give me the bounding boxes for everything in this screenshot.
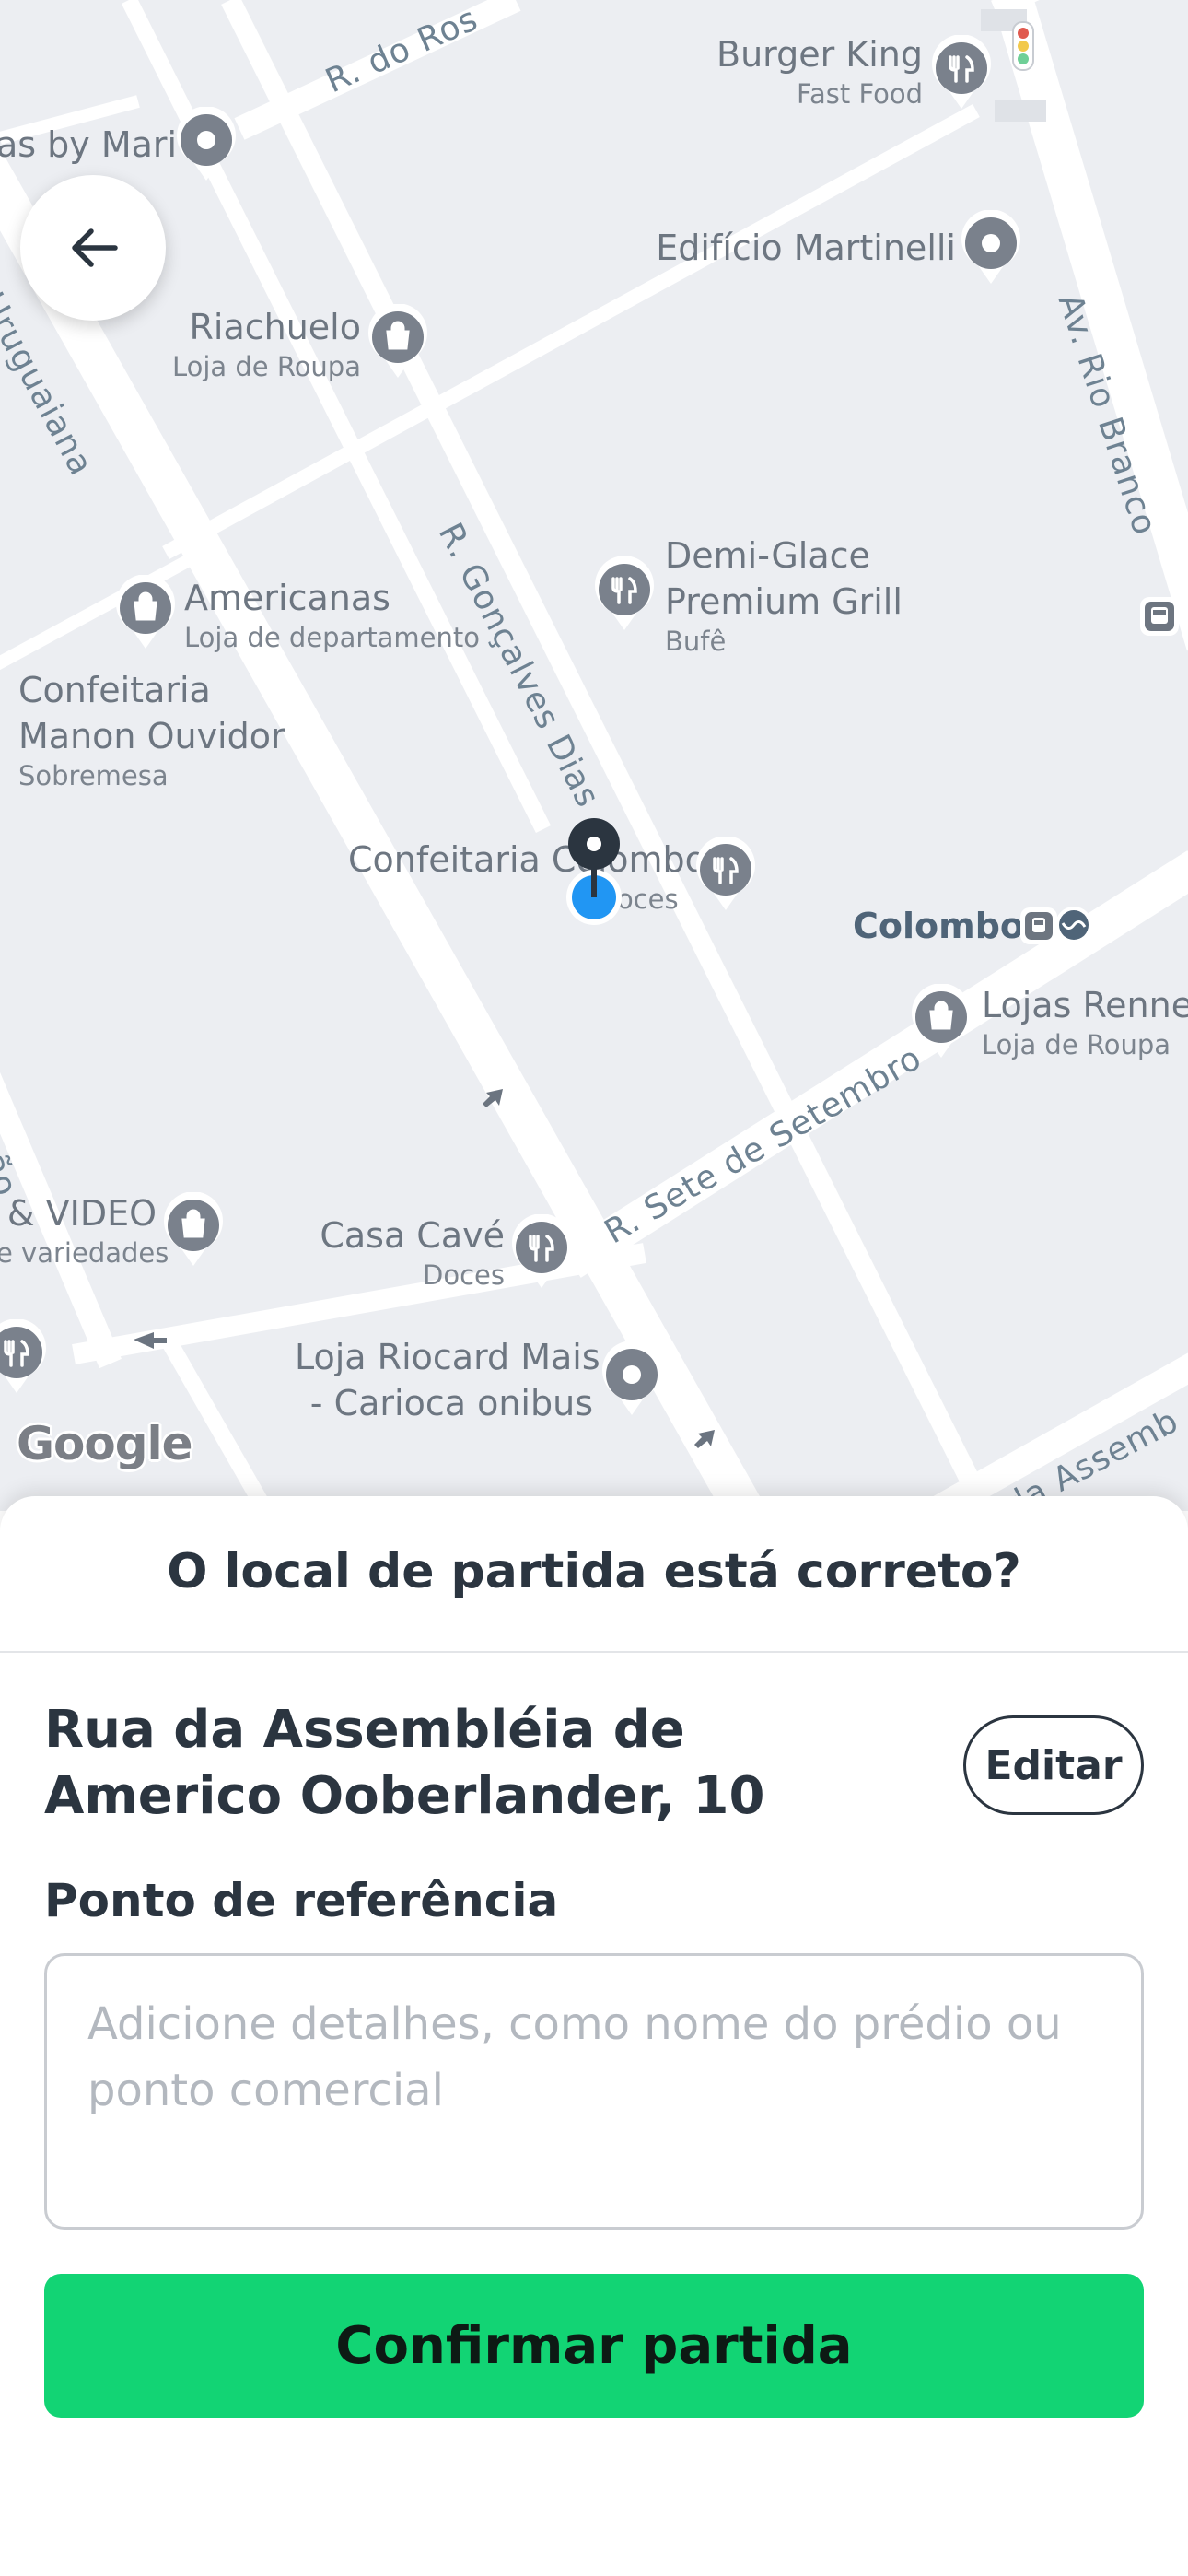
confirm-pickup-button[interactable]: Confirmar partida xyxy=(44,2274,1144,2418)
poi-name: & VIDEO xyxy=(6,1193,157,1234)
bus-stop-icon[interactable] xyxy=(1138,595,1181,638)
edit-address-button[interactable]: Editar xyxy=(963,1715,1144,1815)
poi-confeitaria-colombo[interactable]: Confeitaria Colombo oces xyxy=(348,837,706,916)
poi-riachuelo[interactable]: Riachuelo Loja de Roupa xyxy=(166,304,361,383)
sheet-title: O local de partida está correto? xyxy=(167,1544,1021,1599)
poi-name: as by Mari xyxy=(0,124,178,165)
poi-name: Edifício Martinelli xyxy=(656,228,956,268)
restaurant-pin-icon[interactable] xyxy=(0,1319,48,1395)
poi-category: Loja de Roupa xyxy=(982,1029,1171,1060)
restaurant-pin-icon[interactable] xyxy=(593,556,656,632)
pickup-address: Rua da Assembléia de Americo Ooberlander… xyxy=(44,1700,765,1826)
poi-riocard[interactable]: Loja Riocard Mais - Carioca onibus xyxy=(295,1334,600,1426)
shopping-pin-icon[interactable] xyxy=(162,1192,225,1268)
poi-video[interactable]: & VIDEO e variedades xyxy=(0,1190,169,1270)
poi-name-line2: - Carioca onibus xyxy=(309,1383,593,1423)
pickup-location-marker[interactable] xyxy=(558,818,630,929)
poi-name-line1: Loja Riocard Mais xyxy=(295,1337,600,1377)
restaurant-pin-icon[interactable] xyxy=(930,35,993,111)
poi-name-line1: Confeitaria xyxy=(18,670,211,710)
poi-category: Sobremesa xyxy=(18,760,169,791)
poi-name: Americanas xyxy=(184,578,390,618)
poi-name: Casa Cavé xyxy=(320,1215,505,1256)
poi-lojas-renner[interactable]: Lojas Renner Loja de Roupa xyxy=(982,982,1188,1061)
pickup-confirm-sheet: O local de partida está correto? Rua da … xyxy=(0,1496,1188,2576)
arrow-left-icon xyxy=(72,228,118,267)
shopping-pin-icon[interactable] xyxy=(114,575,177,650)
traffic-light-icon xyxy=(1012,21,1034,71)
place-pin-icon[interactable] xyxy=(960,210,1022,286)
poi-name-line2: Manon Ouvidor xyxy=(18,716,285,756)
reference-point-input[interactable] xyxy=(44,1953,1144,2230)
poi-colombo-station[interactable]: Colombo xyxy=(853,903,1024,949)
shopping-pin-icon[interactable] xyxy=(910,984,973,1060)
poi-category: Fast Food xyxy=(796,78,923,110)
train-station-icon[interactable] xyxy=(1019,905,1092,947)
back-button[interactable] xyxy=(20,175,166,321)
poi-category: Loja de departamento xyxy=(184,622,480,653)
divider xyxy=(0,1651,1188,1653)
poi-americanas[interactable]: Americanas Loja de departamento xyxy=(184,575,480,654)
poi-name: Burger King xyxy=(716,34,923,75)
poi-name: Confeitaria Colombo xyxy=(348,839,706,880)
poi-category: Bufê xyxy=(665,626,727,657)
poi-name-line2: Premium Grill xyxy=(665,581,903,622)
poi-mari[interactable]: as by Mari xyxy=(0,122,177,168)
poi-manon[interactable]: Confeitaria Manon Ouvidor Sobremesa xyxy=(18,667,285,792)
poi-category: Loja de Roupa xyxy=(171,351,361,382)
restaurant-pin-icon[interactable] xyxy=(510,1214,573,1290)
google-logo: Google xyxy=(17,1417,193,1470)
poi-name: Lojas Renner xyxy=(982,985,1188,1025)
place-pin-icon[interactable] xyxy=(600,1341,663,1417)
poi-category: Doces xyxy=(423,1259,505,1291)
poi-burger-king[interactable]: Burger King Fast Food xyxy=(709,31,923,111)
poi-name: Colombo xyxy=(853,906,1025,946)
poi-name-line1: Demi-Glace xyxy=(665,535,870,576)
poi-name: Riachuelo xyxy=(189,307,362,347)
poi-category: e variedades xyxy=(0,1237,169,1269)
shopping-pin-icon[interactable] xyxy=(367,304,429,380)
poi-casa-cave[interactable]: Casa Cavé Doces xyxy=(304,1212,505,1292)
place-pin-icon[interactable] xyxy=(175,107,238,182)
restaurant-pin-icon[interactable] xyxy=(694,837,757,912)
poi-category: oces xyxy=(617,884,679,915)
poi-martinelli[interactable]: Edifício Martinelli xyxy=(645,225,956,271)
map-view[interactable]: R. do Ros Uruguaiana R. Gonçalves Dias A… xyxy=(0,0,1188,1511)
reference-point-label: Ponto de referência xyxy=(44,1874,559,1927)
poi-demi-glace[interactable]: Demi-Glace Premium Grill Bufê xyxy=(665,533,903,658)
